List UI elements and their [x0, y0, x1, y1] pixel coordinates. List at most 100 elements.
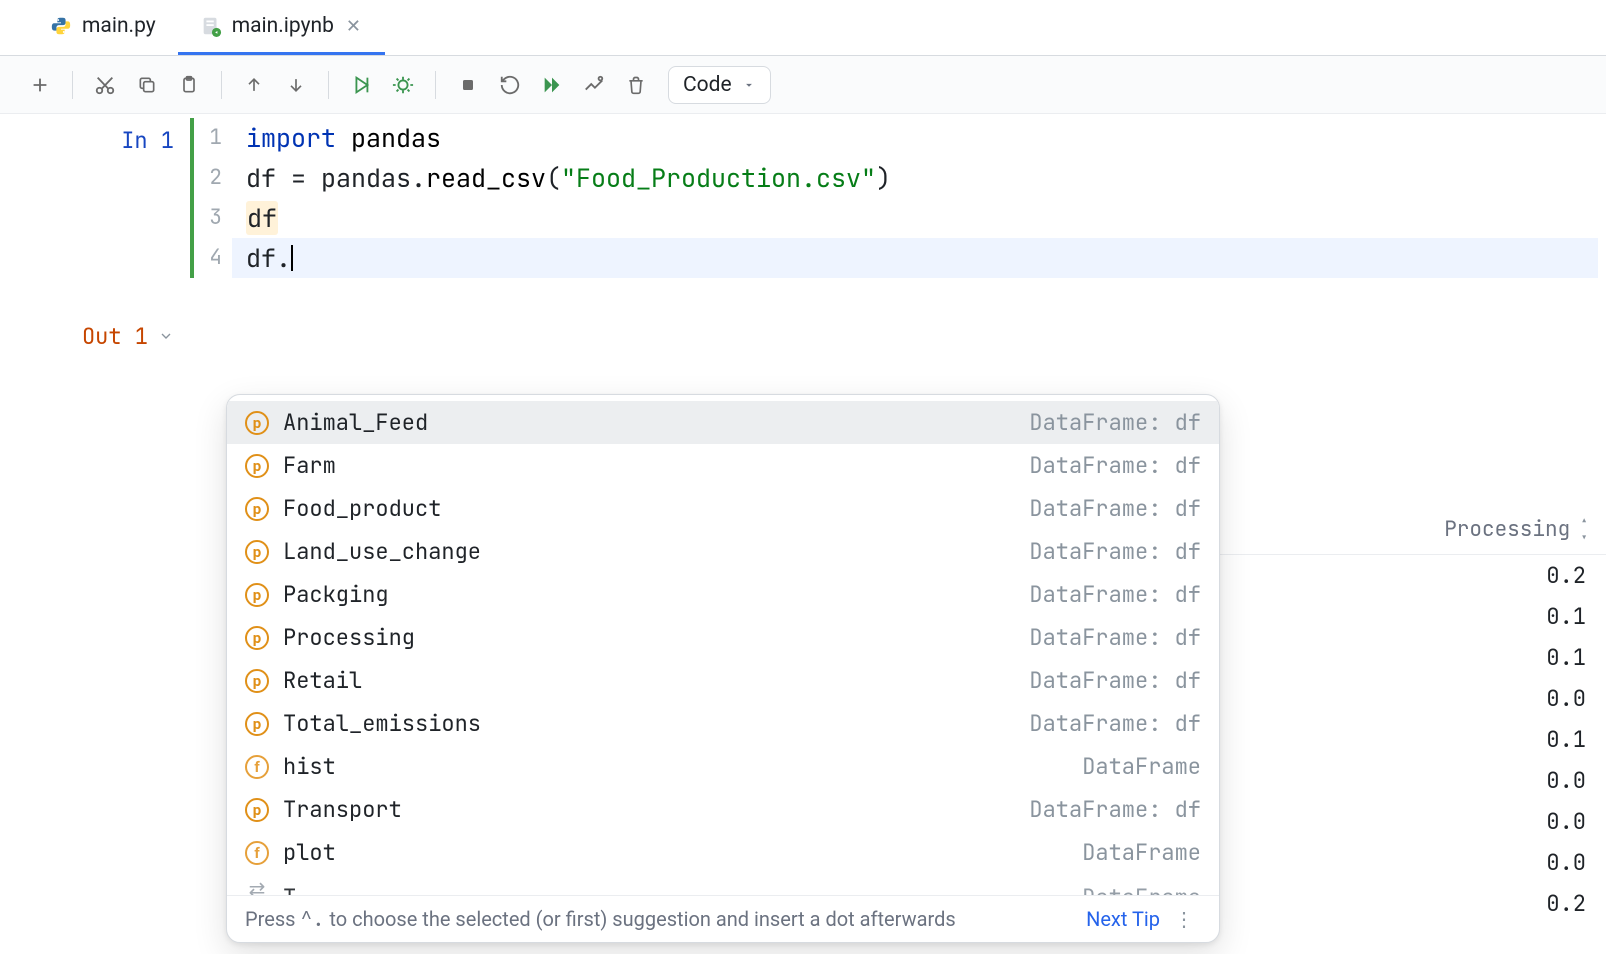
completion-name: plot	[283, 838, 1082, 867]
property-badge-icon: p	[245, 540, 269, 564]
clear-outputs-button[interactable]	[576, 67, 612, 103]
code-text: df	[246, 201, 278, 235]
function-badge-icon: f	[245, 755, 269, 779]
completion-type: DataFrame	[1082, 838, 1201, 867]
toolbar-separator	[435, 71, 436, 99]
completion-tip: Press ^. to choose the selected (or firs…	[245, 906, 1070, 932]
completion-type: DataFrame: df	[1029, 623, 1201, 652]
run-cell-button[interactable]	[343, 67, 379, 103]
completion-item[interactable]: p Food_productDataFrame: df	[227, 487, 1219, 530]
sort-icon[interactable]: ▴▾	[1580, 512, 1586, 546]
tip-shortcut: ^.	[300, 906, 324, 932]
tip-text: to choose the selected (or first) sugges…	[324, 907, 955, 931]
output-prompt: Out 1	[0, 314, 190, 351]
completion-type: DataFrame: df	[1029, 537, 1201, 566]
run-all-button[interactable]	[534, 67, 570, 103]
tab-main-ipynb[interactable]: main.ipynb ✕	[178, 0, 385, 55]
completion-item[interactable]: p Animal_FeedDataFrame: df	[227, 401, 1219, 444]
completion-type: DataFrame: df	[1029, 666, 1201, 695]
collapse-output-icon[interactable]	[158, 322, 174, 351]
completion-type: DataFrame: df	[1029, 494, 1201, 523]
chevron-down-icon	[742, 78, 756, 92]
toolbar-separator	[328, 71, 329, 99]
tab-main-py[interactable]: main.py	[28, 0, 178, 55]
completion-item[interactable]: p FarmDataFrame: df	[227, 444, 1219, 487]
move-down-button[interactable]	[278, 67, 314, 103]
line-number: 4	[204, 238, 232, 278]
completion-type: DataFrame: df	[1029, 709, 1201, 738]
line-gutter: 1 2 3 4	[190, 118, 232, 278]
code-text: read_csv	[426, 161, 546, 195]
tab-label: main.ipynb	[232, 14, 334, 38]
completion-type: DataFrame: df	[1029, 408, 1201, 437]
completion-type: DataFrame: df	[1029, 795, 1201, 824]
output-cell: Out 1	[0, 314, 1606, 351]
line-number: 3	[204, 198, 232, 238]
completion-list[interactable]: pAnimal_FeedDataFrame: dfpFarmDataFrame:…	[227, 395, 1219, 895]
code-text: df = pandas.	[246, 161, 426, 195]
cut-button[interactable]	[87, 67, 123, 103]
property-badge-icon: p	[245, 454, 269, 478]
line-number: 1	[204, 118, 232, 158]
column-header[interactable]: Processing	[1444, 516, 1570, 543]
completion-name: Animal_Feed	[283, 408, 1029, 437]
add-cell-button[interactable]	[22, 67, 58, 103]
close-tab-icon[interactable]: ✕	[344, 16, 363, 37]
paste-button[interactable]	[171, 67, 207, 103]
code-cell[interactable]: In 1 1 2 3 4 import pandas df = pandas.r…	[0, 118, 1606, 278]
tab-label: main.py	[82, 14, 156, 38]
completion-item[interactable]: p Land_use_changeDataFrame: df	[227, 530, 1219, 573]
completion-item[interactable]: ⇄TDataFrame	[227, 874, 1219, 895]
completion-name: Transport	[283, 795, 1029, 824]
output-prompt-label: Out 1	[82, 322, 148, 351]
completion-item[interactable]: p PackgingDataFrame: df	[227, 573, 1219, 616]
tip-text: Press	[245, 907, 300, 931]
completion-type: DataFrame	[1082, 883, 1201, 896]
property-badge-icon: p	[245, 411, 269, 435]
completion-type: DataFrame	[1082, 752, 1201, 781]
completion-name: Packging	[283, 580, 1029, 609]
property-badge-icon: p	[245, 712, 269, 736]
completion-item[interactable]: p RetailDataFrame: df	[227, 659, 1219, 702]
code-text: df.	[246, 241, 291, 275]
completion-name: Total_emissions	[283, 709, 1029, 738]
move-up-button[interactable]	[236, 67, 272, 103]
property-badge-icon: p	[245, 583, 269, 607]
code-text: "Food_Production.csv"	[561, 161, 876, 195]
completion-item[interactable]: fplotDataFrame	[227, 831, 1219, 874]
property-badge-icon: p	[245, 497, 269, 521]
other-badge-icon: ⇄	[245, 877, 269, 895]
completion-item[interactable]: p Total_emissionsDataFrame: df	[227, 702, 1219, 745]
notebook-area: In 1 1 2 3 4 import pandas df = pandas.r…	[0, 114, 1606, 351]
completion-name: Farm	[283, 451, 1029, 480]
delete-cell-button[interactable]	[618, 67, 654, 103]
toolbar-separator	[72, 71, 73, 99]
editor-tabs: main.py main.ipynb ✕	[0, 0, 1606, 56]
completion-item[interactable]: fhistDataFrame	[227, 745, 1219, 788]
completion-name: Retail	[283, 666, 1029, 695]
python-file-icon	[50, 15, 72, 37]
text-caret	[291, 245, 293, 271]
next-tip-link[interactable]: Next Tip	[1086, 907, 1160, 931]
completion-name: Land_use_change	[283, 537, 1029, 566]
completion-type: DataFrame: df	[1029, 451, 1201, 480]
completion-type: DataFrame: df	[1029, 580, 1201, 609]
property-badge-icon: p	[245, 669, 269, 693]
completion-name: Food_product	[283, 494, 1029, 523]
jupyter-file-icon	[200, 15, 222, 37]
code-editor[interactable]: import pandas df = pandas.read_csv("Food…	[232, 118, 1606, 278]
function-badge-icon: f	[245, 841, 269, 865]
completion-popup: pAnimal_FeedDataFrame: dfpFarmDataFrame:…	[226, 394, 1220, 943]
input-prompt: In 1	[0, 118, 190, 155]
interrupt-button[interactable]	[450, 67, 486, 103]
restart-kernel-button[interactable]	[492, 67, 528, 103]
completion-item[interactable]: p TransportDataFrame: df	[227, 788, 1219, 831]
property-badge-icon: p	[245, 798, 269, 822]
notebook-toolbar: Code	[0, 56, 1606, 114]
cell-type-select[interactable]: Code	[668, 66, 771, 104]
debug-cell-button[interactable]	[385, 67, 421, 103]
more-options-icon[interactable]: ⋮	[1168, 907, 1201, 931]
copy-button[interactable]	[129, 67, 165, 103]
completion-name: hist	[283, 752, 1082, 781]
completion-item[interactable]: pProcessingDataFrame: df	[227, 616, 1219, 659]
